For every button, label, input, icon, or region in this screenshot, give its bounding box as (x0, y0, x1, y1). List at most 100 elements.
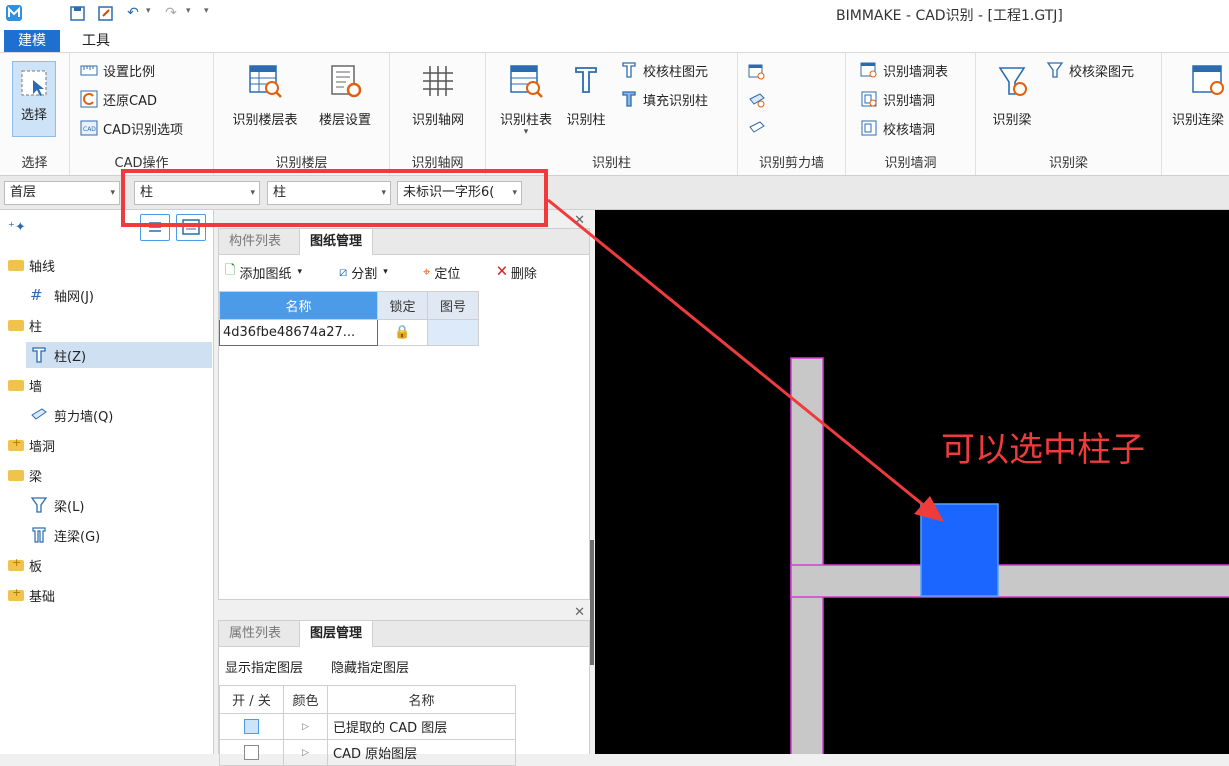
set-scale-button[interactable]: 设置比例 (80, 59, 155, 81)
panel-splitter[interactable] (590, 540, 594, 665)
recognize-column-table-button[interactable]: 识别柱表 ▾ (494, 59, 558, 137)
recognize-floor-table-button[interactable]: 识别楼层表 (226, 59, 304, 128)
component-select[interactable]: 未标识一字形6( ▾ (397, 181, 522, 205)
chevron-down-icon: ▾ (512, 188, 517, 198)
fill-column-button[interactable]: 填充识别柱 (620, 88, 708, 110)
shearwall-icon[interactable] (748, 91, 766, 109)
drawing-name-cell[interactable]: 4d36fbe48674a27... (219, 319, 378, 346)
restore-cad-button[interactable]: 还原CAD (80, 88, 157, 110)
floor-select[interactable]: 首层 ▾ (4, 181, 120, 205)
folder-icon (8, 469, 24, 481)
undo-icon[interactable]: ↶ (124, 4, 142, 22)
save-as-icon[interactable] (96, 4, 114, 22)
wall-vertical[interactable] (790, 357, 824, 754)
tree-label: 基础 (29, 589, 56, 605)
list-view-icon[interactable] (140, 214, 170, 241)
column-header-number[interactable]: 图号 (427, 291, 479, 320)
tree-folder-wall[interactable]: 墙 (8, 372, 208, 398)
sparkle-icon[interactable]: ⁺✦ (8, 220, 26, 235)
tab-component-list[interactable]: 构件列表 (219, 229, 291, 255)
column-header-toggle[interactable]: 开 / 关 (219, 685, 284, 714)
tab-property-list[interactable]: 属性列表 (219, 621, 291, 647)
select-button[interactable]: 选择 (12, 61, 56, 137)
locate-icon: ⌖ (423, 264, 431, 280)
lock-icon[interactable]: 🔒 (377, 319, 428, 346)
axis-grid-icon (423, 66, 453, 96)
undo-dropdown-icon[interactable]: ▾ (146, 6, 151, 16)
column-table-dropdown-icon[interactable]: ▾ (494, 128, 558, 137)
recognize-column-button[interactable]: 识别柱 (560, 59, 612, 128)
column-header-name[interactable]: 名称 (219, 291, 378, 320)
tree-label: 梁 (29, 469, 43, 485)
column-header-color[interactable]: 颜色 (283, 685, 328, 714)
category-select[interactable]: 柱 ▾ (134, 181, 260, 205)
tree-folder-axis[interactable]: 轴线 (8, 252, 208, 278)
tree-folder-wallhole[interactable]: 墙洞 (8, 432, 208, 458)
tab-modeling[interactable]: 建模 (4, 30, 60, 52)
close-icon[interactable]: ✕ (574, 605, 585, 620)
tree-folder-beam[interactable]: 梁 (8, 462, 208, 488)
close-icon[interactable]: ✕ (574, 213, 585, 228)
cad-options-icon: CAD (80, 120, 98, 136)
selected-column[interactable] (920, 503, 999, 597)
table-row[interactable]: ▷ 已提取的 CAD 图层 (219, 713, 516, 740)
check-shearwall-icon[interactable] (748, 119, 766, 137)
recognize-beam-button[interactable]: 识别梁 (986, 59, 1038, 128)
group-column-label: 识别柱 (591, 156, 631, 171)
tree-item-beam[interactable]: 梁(L) (30, 492, 210, 518)
floor-settings-button[interactable]: 楼层设置 (312, 59, 378, 128)
redo-dropdown-icon[interactable]: ▾ (186, 6, 191, 16)
recognize-linkbeam-button[interactable]: 识别连梁 (1172, 59, 1229, 128)
layer-toggle-checkbox[interactable] (219, 739, 284, 766)
tree-label: 轴网(J) (54, 289, 94, 305)
check-beam-button[interactable]: 校核梁图元 (1046, 59, 1134, 81)
delete-button[interactable]: 🗙 删除 (497, 262, 537, 282)
tab-layer-management[interactable]: 图层管理 (299, 621, 374, 647)
svg-text:CAD: CAD (83, 126, 96, 133)
cad-recognition-options-button[interactable]: CAD CAD识别选项 (80, 117, 183, 139)
tree-item-shearwall[interactable]: 剪力墙(Q) (30, 402, 210, 428)
split-button[interactable]: ⧄ 分割 ▾ (339, 262, 388, 282)
tab-tools[interactable]: 工具 (68, 30, 124, 52)
column-header-layer-name[interactable]: 名称 (327, 685, 516, 714)
tree-label: 轴线 (29, 259, 56, 275)
customize-qat-icon[interactable]: ▾ (204, 6, 209, 16)
recognize-wallhole-table-button[interactable]: 识别墙洞表 (860, 59, 948, 81)
expand-triangle-icon[interactable]: ▷ (283, 713, 328, 740)
table-row[interactable]: 4d36fbe48674a27... 🔒 (219, 319, 479, 346)
tab-drawing-management[interactable]: 图纸管理 (299, 229, 374, 255)
expand-triangle-icon[interactable]: ▷ (283, 739, 328, 766)
save-icon[interactable] (68, 4, 86, 22)
annotation-text: 可以选中柱子 (941, 430, 1145, 470)
tree-folder-column[interactable]: 柱 (8, 312, 208, 338)
delete-icon: 🗙 (497, 263, 507, 278)
drawing-number-cell[interactable] (427, 319, 479, 346)
tree-label: 梁(L) (54, 499, 85, 515)
recognize-wallhole-button[interactable]: 识别墙洞 (860, 88, 935, 110)
check-column-button[interactable]: 校核柱图元 (620, 59, 708, 81)
tree-item-column[interactable]: 柱(Z) (26, 342, 212, 368)
check-wallhole-button[interactable]: 校核墙洞 (860, 117, 935, 139)
chevron-down-icon: ▾ (381, 188, 386, 198)
tree-item-linkbeam[interactable]: 连梁(G) (30, 522, 210, 548)
type-select[interactable]: 柱 ▾ (267, 181, 391, 205)
layer-name-cell: 已提取的 CAD 图层 (327, 713, 516, 740)
layer-toggle-checkbox[interactable] (219, 713, 284, 740)
redo-icon[interactable]: ↷ (162, 4, 180, 22)
tree-folder-slab[interactable]: 板 (8, 552, 208, 578)
add-drawing-button[interactable]: 🗋 添加图纸 ▾ (225, 262, 302, 282)
locate-button[interactable]: ⌖ 定位 (423, 262, 460, 282)
hide-layer-button[interactable]: 隐藏指定图层 (331, 657, 409, 676)
cad-canvas[interactable]: 可以选中柱子 (595, 210, 1229, 754)
wall-horizontal[interactable] (790, 564, 1229, 598)
cad-drawing[interactable] (595, 210, 1229, 754)
show-layer-button[interactable]: 显示指定图层 (225, 657, 303, 676)
shearwall-table-icon[interactable] (748, 63, 766, 81)
detail-view-icon[interactable] (176, 214, 206, 241)
recognize-axis-button[interactable]: 识别轴网 (400, 59, 476, 128)
column-header-lock[interactable]: 锁定 (377, 291, 428, 320)
check-wallhole-label: 校核墙洞 (883, 122, 936, 138)
tree-item-axis-grid[interactable]: # 轴网(J) (30, 282, 210, 308)
table-row[interactable]: ▷ CAD 原始图层 (219, 739, 516, 766)
tree-folder-foundation[interactable]: 基础 (8, 582, 208, 608)
